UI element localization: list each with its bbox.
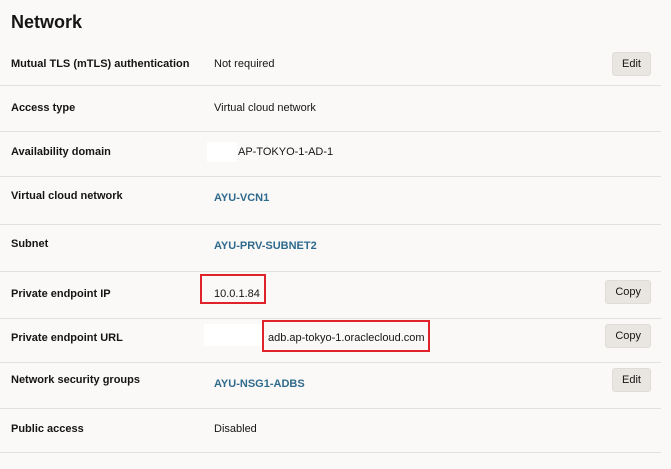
redaction-mask xyxy=(207,142,237,162)
private-endpoint-ip-label: Private endpoint IP xyxy=(11,288,111,300)
divider xyxy=(0,224,661,225)
section-title: Network xyxy=(11,12,83,32)
copy-ip-button[interactable]: Copy xyxy=(605,280,651,304)
public-access-label: Public access xyxy=(11,423,84,435)
subnet-label: Subnet xyxy=(11,238,49,250)
access-type-label: Access type xyxy=(11,102,76,114)
public-access-value: Disabled xyxy=(214,423,257,435)
row-availability-domain: Availability domain AP-TOKYO-1-AD-1 xyxy=(0,138,671,168)
row-public-access: Public access Disabled xyxy=(0,416,671,446)
row-access-type: Access type Virtual cloud network xyxy=(0,94,671,124)
divider xyxy=(0,131,661,132)
url-highlight-box xyxy=(262,320,430,352)
nsg-link[interactable]: AYU-NSG1-ADBS xyxy=(214,378,305,390)
row-vcn: Virtual cloud network AYU-VCN1 xyxy=(0,182,671,212)
copy-url-button[interactable]: Copy xyxy=(605,324,651,348)
availability-domain-value: AP-TOKYO-1-AD-1 xyxy=(238,146,334,158)
row-private-endpoint-ip: Private endpoint IP 10.0.1.84 Copy xyxy=(0,274,671,308)
divider xyxy=(0,271,661,272)
vcn-label: Virtual cloud network xyxy=(11,190,123,202)
access-type-value: Virtual cloud network xyxy=(214,102,316,114)
mtls-value: Not required xyxy=(214,58,275,70)
divider xyxy=(0,176,661,177)
subnet-link[interactable]: AYU-PRV-SUBNET2 xyxy=(214,240,317,252)
ip-highlight-box xyxy=(200,274,266,304)
mtls-label: Mutual TLS (mTLS) authentication xyxy=(11,58,190,70)
row-nsg: Network security groups AYU-NSG1-ADBS Ed… xyxy=(0,368,671,398)
network-panel: Network Mutual TLS (mTLS) authentication… xyxy=(0,0,671,469)
mtls-edit-button[interactable]: Edit xyxy=(612,52,651,76)
nsg-label: Network security groups xyxy=(11,374,140,386)
row-private-endpoint-url: Private endpoint URL adb.ap-tokyo-1.orac… xyxy=(0,320,671,354)
vcn-link[interactable]: AYU-VCN1 xyxy=(214,192,269,204)
private-endpoint-url-label: Private endpoint URL xyxy=(11,332,123,344)
divider xyxy=(0,408,661,409)
divider xyxy=(0,452,661,453)
divider xyxy=(0,85,661,86)
divider xyxy=(0,362,661,363)
row-mtls: Mutual TLS (mTLS) authentication Not req… xyxy=(0,50,671,80)
redaction-mask xyxy=(204,324,264,346)
divider xyxy=(0,318,661,319)
row-subnet: Subnet AYU-PRV-SUBNET2 xyxy=(0,230,671,260)
availability-domain-label: Availability domain xyxy=(11,146,111,158)
nsg-edit-button[interactable]: Edit xyxy=(612,368,651,392)
